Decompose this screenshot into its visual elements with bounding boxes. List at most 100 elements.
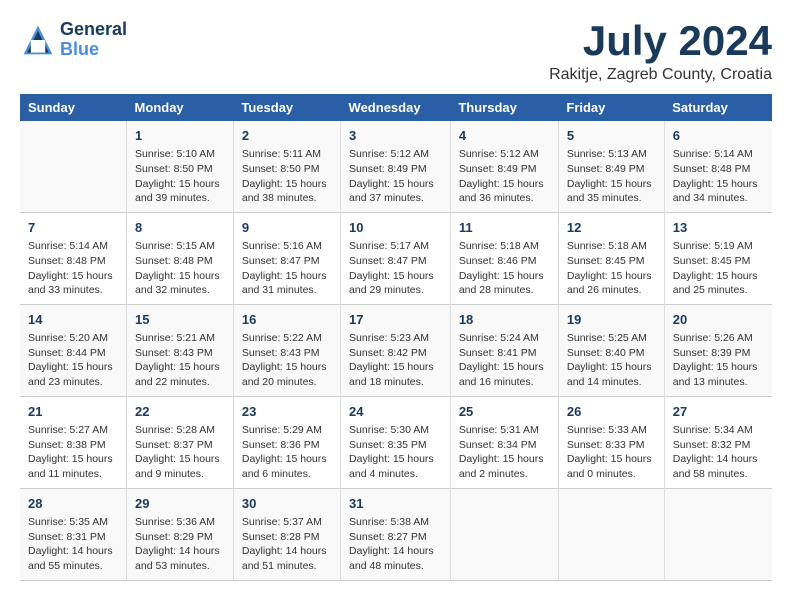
calendar-cell: 24Sunrise: 5:30 AM Sunset: 8:35 PM Dayli… [341, 396, 451, 488]
day-info: Sunrise: 5:17 AM Sunset: 8:47 PM Dayligh… [349, 239, 442, 298]
day-info: Sunrise: 5:27 AM Sunset: 8:38 PM Dayligh… [28, 423, 118, 482]
calendar-cell: 1Sunrise: 5:10 AM Sunset: 8:50 PM Daylig… [127, 121, 234, 212]
day-info: Sunrise: 5:36 AM Sunset: 8:29 PM Dayligh… [135, 515, 225, 574]
day-number: 14 [28, 311, 118, 329]
day-number: 10 [349, 219, 442, 237]
logo: General Blue [20, 20, 127, 60]
day-number: 18 [459, 311, 550, 329]
day-header-tuesday: Tuesday [233, 94, 340, 121]
calendar-cell: 21 Sunrise: 5:27 AM Sunset: 8:38 PM Dayli… [20, 396, 127, 488]
day-number: 20 [673, 311, 764, 329]
day-info: Sunrise: 5:37 AM Sunset: 8:28 PM Dayligh… [242, 515, 332, 574]
day-number: 9 [242, 219, 332, 237]
calendar-cell: 27Sunrise: 5:34 AM Sunset: 8:32 PM Dayli… [664, 396, 772, 488]
day-number: 31 [349, 495, 442, 513]
calendar-cell: 6 Sunrise: 5:14 AM Sunset: 8:48 PM Daylig… [664, 121, 772, 212]
day-header-wednesday: Wednesday [341, 94, 451, 121]
day-info: Sunrise: 5:25 AM Sunset: 8:40 PM Dayligh… [567, 331, 656, 390]
day-header-sunday: Sunday [20, 94, 127, 121]
calendar-cell: 30 Sunrise: 5:37 AM Sunset: 8:28 PM Dayli… [233, 488, 340, 580]
week-row-5: 28Sunrise: 5:35 AM Sunset: 8:31 PM Dayli… [20, 488, 772, 580]
day-info: Sunrise: 5:38 AM Sunset: 8:27 PM Dayligh… [349, 515, 442, 574]
day-info: Sunrise: 5:11 AM Sunset: 8:50 PM Dayligh… [242, 147, 332, 206]
calendar-cell: 17 Sunrise: 5:23 AM Sunset: 8:42 PM Dayli… [341, 304, 451, 396]
day-info: Sunrise: 5:35 AM Sunset: 8:31 PM Dayligh… [28, 515, 118, 574]
day-info: Sunrise: 5:20 AM Sunset: 8:44 PM Dayligh… [28, 331, 118, 390]
day-info: Sunrise: 5:14 AM Sunset: 8:48 PM Dayligh… [673, 147, 764, 206]
calendar-cell [20, 121, 127, 212]
calendar-cell: 9Sunrise: 5:16 AM Sunset: 8:47 PM Daylig… [233, 212, 340, 304]
day-number: 29 [135, 495, 225, 513]
day-info: Sunrise: 5:22 AM Sunset: 8:43 PM Dayligh… [242, 331, 332, 390]
day-header-friday: Friday [558, 94, 664, 121]
calendar-cell: 23 Sunrise: 5:29 AM Sunset: 8:36 PM Dayli… [233, 396, 340, 488]
day-number: 19 [567, 311, 656, 329]
day-number: 2 [242, 127, 332, 145]
day-info: Sunrise: 5:12 AM Sunset: 8:49 PM Dayligh… [349, 147, 442, 206]
week-row-2: 7Sunrise: 5:14 AM Sunset: 8:48 PM Daylig… [20, 212, 772, 304]
calendar-cell: 18 Sunrise: 5:24 AM Sunset: 8:41 PM Dayli… [450, 304, 558, 396]
day-number: 26 [567, 403, 656, 421]
calendar-cell: 11 Sunrise: 5:18 AM Sunset: 8:46 PM Dayli… [450, 212, 558, 304]
calendar-cell: 19 Sunrise: 5:25 AM Sunset: 8:40 PM Dayli… [558, 304, 664, 396]
calendar-body: 1Sunrise: 5:10 AM Sunset: 8:50 PM Daylig… [20, 121, 772, 580]
calendar-cell: 22 Sunrise: 5:28 AM Sunset: 8:37 PM Dayli… [127, 396, 234, 488]
week-row-4: 21 Sunrise: 5:27 AM Sunset: 8:38 PM Dayli… [20, 396, 772, 488]
day-info: Sunrise: 5:21 AM Sunset: 8:43 PM Dayligh… [135, 331, 225, 390]
calendar-cell: 16Sunrise: 5:22 AM Sunset: 8:43 PM Dayli… [233, 304, 340, 396]
day-number: 25 [459, 403, 550, 421]
calendar-cell: 12 Sunrise: 5:18 AM Sunset: 8:45 PM Dayli… [558, 212, 664, 304]
calendar-cell: 8 Sunrise: 5:15 AM Sunset: 8:48 PM Daylig… [127, 212, 234, 304]
calendar-cell: 15Sunrise: 5:21 AM Sunset: 8:43 PM Dayli… [127, 304, 234, 396]
logo-icon [20, 22, 56, 58]
calendar-header: SundayMondayTuesdayWednesdayThursdayFrid… [20, 94, 772, 121]
calendar-cell [450, 488, 558, 580]
day-number: 1 [135, 127, 225, 145]
logo-general-text: General [60, 20, 127, 40]
calendar-cell: 26 Sunrise: 5:33 AM Sunset: 8:33 PM Dayli… [558, 396, 664, 488]
week-row-1: 1Sunrise: 5:10 AM Sunset: 8:50 PM Daylig… [20, 121, 772, 212]
title-area: July 2024 Rakitje, Zagreb County, Croati… [549, 20, 772, 84]
month-year-title: July 2024 [549, 20, 772, 62]
day-number: 4 [459, 127, 550, 145]
day-header-saturday: Saturday [664, 94, 772, 121]
logo-text: General Blue [60, 20, 127, 60]
day-number: 5 [567, 127, 656, 145]
day-number: 12 [567, 219, 656, 237]
day-info: Sunrise: 5:23 AM Sunset: 8:42 PM Dayligh… [349, 331, 442, 390]
day-info: Sunrise: 5:18 AM Sunset: 8:45 PM Dayligh… [567, 239, 656, 298]
day-info: Sunrise: 5:15 AM Sunset: 8:48 PM Dayligh… [135, 239, 225, 298]
location-title: Rakitje, Zagreb County, Croatia [549, 66, 772, 84]
calendar-cell: 7Sunrise: 5:14 AM Sunset: 8:48 PM Daylig… [20, 212, 127, 304]
calendar-cell: 25 Sunrise: 5:31 AM Sunset: 8:34 PM Dayli… [450, 396, 558, 488]
day-number: 11 [459, 219, 550, 237]
calendar-cell: 5 Sunrise: 5:13 AM Sunset: 8:49 PM Daylig… [558, 121, 664, 212]
day-info: Sunrise: 5:31 AM Sunset: 8:34 PM Dayligh… [459, 423, 550, 482]
day-info: Sunrise: 5:18 AM Sunset: 8:46 PM Dayligh… [459, 239, 550, 298]
day-number: 30 [242, 495, 332, 513]
day-number: 3 [349, 127, 442, 145]
day-info: Sunrise: 5:33 AM Sunset: 8:33 PM Dayligh… [567, 423, 656, 482]
day-number: 13 [673, 219, 764, 237]
day-info: Sunrise: 5:29 AM Sunset: 8:36 PM Dayligh… [242, 423, 332, 482]
day-number: 8 [135, 219, 225, 237]
day-number: 23 [242, 403, 332, 421]
day-info: Sunrise: 5:12 AM Sunset: 8:49 PM Dayligh… [459, 147, 550, 206]
day-info: Sunrise: 5:26 AM Sunset: 8:39 PM Dayligh… [673, 331, 764, 390]
calendar-cell [664, 488, 772, 580]
day-info: Sunrise: 5:28 AM Sunset: 8:37 PM Dayligh… [135, 423, 225, 482]
calendar-cell: 20 Sunrise: 5:26 AM Sunset: 8:39 PM Dayli… [664, 304, 772, 396]
day-info: Sunrise: 5:24 AM Sunset: 8:41 PM Dayligh… [459, 331, 550, 390]
logo-blue-text: Blue [60, 40, 127, 60]
day-number: 21 [28, 403, 118, 421]
day-number: 24 [349, 403, 442, 421]
day-number: 17 [349, 311, 442, 329]
week-row-3: 14 Sunrise: 5:20 AM Sunset: 8:44 PM Dayli… [20, 304, 772, 396]
day-info: Sunrise: 5:13 AM Sunset: 8:49 PM Dayligh… [567, 147, 656, 206]
calendar-cell: 14 Sunrise: 5:20 AM Sunset: 8:44 PM Dayli… [20, 304, 127, 396]
day-number: 22 [135, 403, 225, 421]
day-number: 6 [673, 127, 764, 145]
calendar-cell: 4 Sunrise: 5:12 AM Sunset: 8:49 PM Daylig… [450, 121, 558, 212]
day-info: Sunrise: 5:34 AM Sunset: 8:32 PM Dayligh… [673, 423, 764, 482]
calendar-cell [558, 488, 664, 580]
